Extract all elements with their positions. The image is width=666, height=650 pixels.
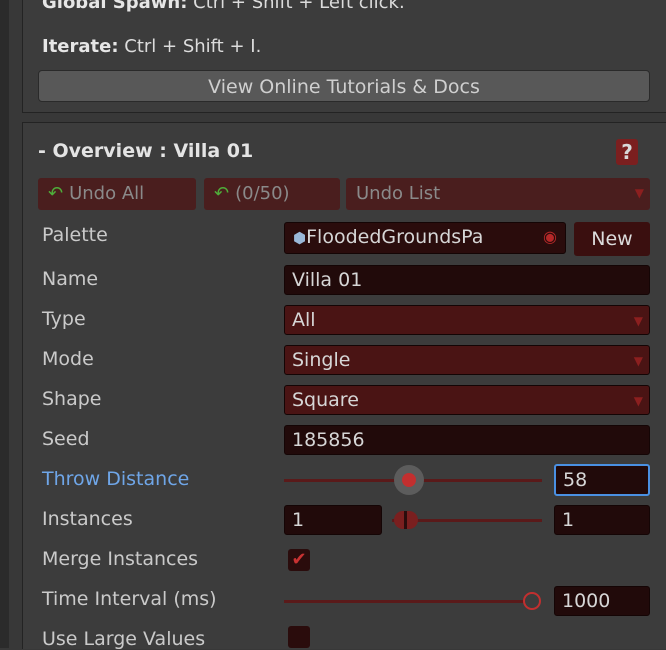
palette-object-field[interactable]: ⬢FloodedGroundsPa ◉	[284, 222, 566, 254]
dropdown-arrow-icon: ▼	[633, 394, 643, 408]
window-edge	[0, 0, 9, 648]
instances-range-handle[interactable]	[394, 511, 418, 529]
time-interval-knob[interactable]	[523, 592, 541, 610]
mode-label: Mode	[42, 348, 94, 370]
dropdown-arrow-icon: ▼	[633, 314, 643, 328]
throw-distance-label: Throw Distance	[42, 468, 190, 490]
dropdown-arrow-icon: ▼	[634, 186, 644, 200]
dropdown-arrow-icon: ▼	[633, 354, 643, 368]
undo-list-dropdown[interactable]: Undo List ▼	[346, 178, 650, 210]
undo-all-button[interactable]: ↶ Undo All	[38, 178, 196, 210]
instances-max-input[interactable]: 1	[554, 505, 650, 535]
new-palette-button[interactable]: New	[574, 222, 650, 256]
use-large-values-checkbox[interactable]	[288, 626, 310, 648]
seed-label: Seed	[42, 428, 90, 450]
palette-label: Palette	[42, 224, 108, 246]
view-docs-button[interactable]: View Online Tutorials & Docs	[38, 70, 650, 102]
name-label: Name	[42, 268, 99, 290]
instances-min-input[interactable]: 1	[284, 505, 382, 535]
type-dropdown[interactable]: All ▼	[284, 305, 650, 335]
undo-button[interactable]: ↶ (0/50)	[204, 178, 340, 210]
global-spawn-help: Global Spawn: Ctrl + Shift + Left click.	[42, 0, 405, 13]
mode-dropdown[interactable]: Single ▼	[284, 345, 650, 375]
shape-dropdown[interactable]: Square ▼	[284, 385, 650, 415]
undo-arrow-icon: ↶	[214, 183, 230, 204]
seed-input[interactable]: 185856	[284, 425, 650, 455]
instances-label: Instances	[42, 508, 133, 530]
merge-instances-label: Merge Instances	[42, 548, 199, 570]
iterate-help: Iterate: Ctrl + Shift + I.	[42, 36, 262, 57]
type-label: Type	[42, 308, 86, 330]
use-large-values-label: Use Large Values	[42, 628, 206, 650]
merge-instances-checkbox[interactable]: ✔	[288, 549, 310, 571]
shape-label: Shape	[42, 388, 102, 410]
prefab-icon: ⬢	[293, 229, 307, 247]
time-interval-input[interactable]: 1000	[554, 586, 650, 616]
checkmark-icon: ✔	[291, 549, 307, 570]
undo-arrow-icon: ↶	[48, 183, 64, 204]
overview-title[interactable]: - Overview : Villa 01	[38, 140, 253, 162]
time-interval-label: Time Interval (ms)	[42, 588, 217, 610]
time-interval-slider[interactable]	[284, 600, 534, 603]
throw-distance-input[interactable]: 58	[554, 464, 650, 496]
object-picker-icon[interactable]: ◉	[543, 223, 557, 251]
help-icon[interactable]: ?	[616, 139, 638, 165]
name-input[interactable]: Villa 01	[284, 265, 650, 295]
throw-distance-knob[interactable]	[394, 465, 424, 495]
